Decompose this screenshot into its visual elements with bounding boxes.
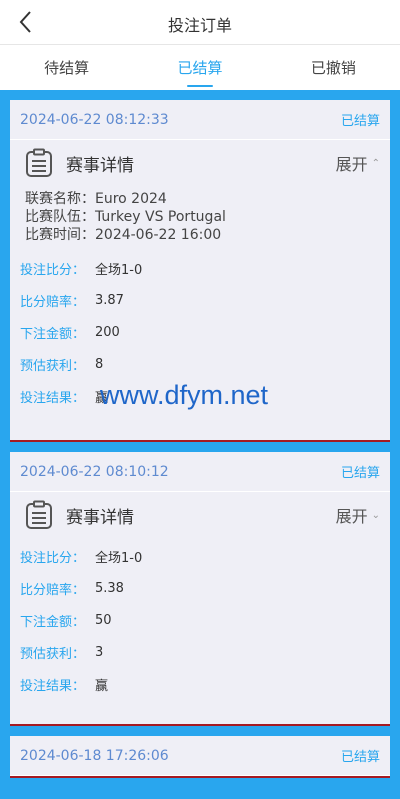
field-label: 投注结果： bbox=[20, 678, 86, 694]
field-result: 投注结果： 赢 bbox=[20, 668, 380, 700]
order-card: 2024-06-18 17:26:06 已结算 bbox=[10, 736, 390, 778]
field-label: 投注结果： bbox=[20, 390, 86, 406]
field-value: 赢 bbox=[95, 678, 109, 694]
field-value: 5.38 bbox=[95, 580, 124, 596]
field-label: 投注比分： bbox=[20, 550, 86, 566]
card-header: 2024-06-22 08:12:33 已结算 bbox=[10, 100, 390, 140]
field-label: 下注金额： bbox=[20, 326, 86, 342]
match-detail-toggle[interactable]: 赛事详情 展开 ⌃ bbox=[10, 140, 390, 186]
card-header: 2024-06-18 17:26:06 已结算 bbox=[10, 736, 390, 776]
field-stake: 下注金额： 200 bbox=[20, 316, 380, 348]
status-badge: 已结算 bbox=[340, 114, 380, 129]
tab-cancelled[interactable]: 已撤销 bbox=[267, 46, 400, 90]
field-label: 预估获利： bbox=[20, 358, 86, 374]
order-time: 2024-06-18 17:26:06 bbox=[20, 747, 169, 764]
watermark-text: www.dfym.net bbox=[100, 380, 269, 410]
tab-bar: 待结算 已结算 已撤销 bbox=[0, 46, 400, 90]
field-label: 投注比分： bbox=[20, 262, 86, 278]
field-bet-score: 投注比分： 全场1-0 bbox=[20, 540, 380, 572]
bet-fields: 投注比分： 全场1-0 比分赔率： 5.38 下注金额： 50 预估获利： 3 … bbox=[10, 540, 390, 724]
status-badge: 已结算 bbox=[340, 750, 380, 765]
field-label: 比分赔率： bbox=[20, 294, 86, 310]
chevron-down-icon: ⌄ bbox=[371, 509, 380, 521]
field-value: 全场1-0 bbox=[95, 550, 143, 566]
field-value: 3 bbox=[95, 644, 104, 660]
field-value: 全场1-0 bbox=[95, 262, 143, 278]
field-profit: 预估获利： 8 bbox=[20, 348, 380, 380]
detail-title: 赛事详情 bbox=[66, 155, 134, 176]
order-time: 2024-06-22 08:12:33 bbox=[20, 111, 169, 128]
order-list[interactable]: 2024-06-22 08:12:33 已结算 赛事详情 展开 ⌃ 联赛名称：E… bbox=[0, 90, 400, 799]
document-icon bbox=[24, 148, 54, 178]
field-value: 50 bbox=[95, 612, 112, 628]
card-header: 2024-06-22 08:10:12 已结算 bbox=[10, 452, 390, 492]
tab-pending[interactable]: 待结算 bbox=[0, 46, 133, 90]
detail-title: 赛事详情 bbox=[66, 507, 134, 528]
field-label: 下注金额： bbox=[20, 614, 86, 630]
bet-fields: 投注比分： 全场1-0 比分赔率： 3.87 下注金额： 200 预估获利： 8… bbox=[10, 252, 390, 440]
tab-settled[interactable]: 已结算 bbox=[133, 46, 266, 90]
league-name: 联赛名称：Euro 2024 bbox=[25, 191, 167, 207]
match-teams: 比赛队伍：Turkey VS Portugal bbox=[25, 209, 226, 225]
order-card: 2024-06-22 08:10:12 已结算 赛事详情 展开 ⌄ 投注比分： … bbox=[10, 452, 390, 726]
match-info: 联赛名称：Euro 2024 比赛队伍：Turkey VS Portugal 比… bbox=[10, 186, 390, 252]
field-odds: 比分赔率： 3.87 bbox=[20, 284, 380, 316]
field-value: 200 bbox=[95, 324, 120, 340]
field-value: 3.87 bbox=[95, 292, 124, 308]
expand-label: 展开 bbox=[335, 155, 368, 174]
order-time: 2024-06-22 08:10:12 bbox=[20, 463, 169, 480]
field-label: 比分赔率： bbox=[20, 582, 86, 598]
field-value: 8 bbox=[95, 356, 104, 372]
field-bet-score: 投注比分： 全场1-0 bbox=[20, 252, 380, 284]
field-profit: 预估获利： 3 bbox=[20, 636, 380, 668]
match-time: 比赛时间：2024-06-22 16:00 bbox=[25, 227, 222, 243]
match-detail-toggle[interactable]: 赛事详情 展开 ⌄ bbox=[10, 492, 390, 538]
field-odds: 比分赔率： 5.38 bbox=[20, 572, 380, 604]
field-label: 预估获利： bbox=[20, 646, 86, 662]
expand-button[interactable]: 展开 ⌄ bbox=[336, 503, 380, 527]
document-icon bbox=[24, 500, 54, 530]
field-stake: 下注金额： 50 bbox=[20, 604, 380, 636]
chevron-up-icon: ⌃ bbox=[371, 157, 380, 169]
header: 投注订单 bbox=[0, 0, 400, 45]
status-badge: 已结算 bbox=[340, 466, 380, 481]
expand-button[interactable]: 展开 ⌃ bbox=[336, 151, 380, 175]
page-title: 投注订单 bbox=[167, 16, 232, 35]
expand-label: 展开 bbox=[335, 507, 368, 526]
